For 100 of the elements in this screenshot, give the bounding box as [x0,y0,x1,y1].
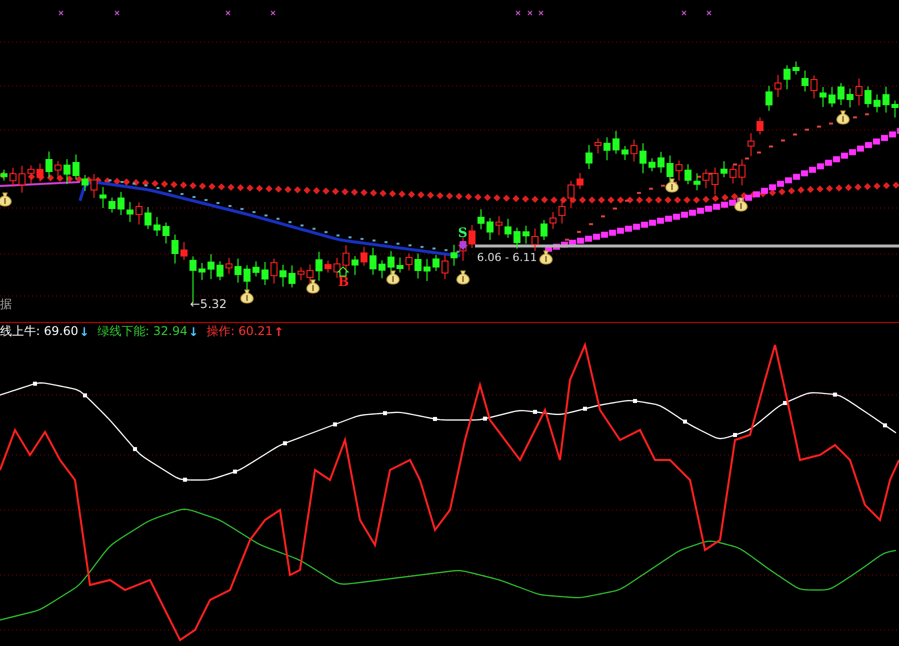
candlestick [720,160,728,178]
candlestick [568,180,574,208]
marker-icon [270,10,276,16]
money-bag-icon [306,280,320,294]
money-bag-icon [734,198,748,212]
legend-value: 线上牛: 69.60 [0,323,78,340]
candlestick [288,264,296,288]
candlestick [558,198,566,224]
candlestick [324,260,332,274]
candlestick [36,162,44,182]
candlestick [414,253,422,279]
candlestick [262,262,268,286]
candlestick [828,86,836,108]
candlestick [784,64,790,90]
candlestick [54,160,62,179]
trend-arrow: ↓ [188,324,199,338]
candlestick [226,257,232,274]
candlestick [154,216,160,236]
candlestick [658,151,664,174]
candlestick [684,164,692,185]
candlestick [846,88,854,108]
candlestick [442,254,448,280]
candlestick [352,256,358,276]
money-bag-icon [539,250,553,264]
candlestick [622,146,628,160]
candlestick [810,75,818,99]
candlestick [0,169,8,182]
candlestick [738,158,746,186]
candlestick [360,246,368,266]
marker-icon [682,10,686,16]
candlestick [378,260,386,279]
candlestick [640,142,646,174]
candlestick [882,86,890,114]
candlestick [136,202,142,225]
marker-icon [516,10,520,16]
marker-icon [538,10,544,16]
buy-signal: B [338,276,349,290]
marker-icon [528,10,532,16]
money-bag-icon [240,290,254,304]
marker-icon [114,10,120,16]
marker-icon [226,10,230,16]
sell-signal: S [458,227,468,241]
candlestick [550,212,556,230]
money-bag-icon [0,192,12,206]
candlestick [838,82,844,106]
candlestick [504,218,512,238]
candlestick [162,222,170,244]
candlestick [334,257,340,278]
candlestick [144,206,152,230]
candlestick [172,234,178,264]
candlestick [432,254,440,272]
candlestick [234,258,242,284]
candlestick [270,258,278,284]
candlestick [280,264,286,288]
candlestick [298,266,304,281]
candlestick [766,85,772,112]
candlestick [612,130,620,154]
candlestick [252,260,260,277]
candlestick [856,78,862,106]
candlestick [864,86,872,108]
candlestick [748,132,754,157]
candlestick [486,218,494,240]
candlestick [28,164,34,184]
candlestick [450,244,458,266]
legend-value: 绿线下能: 32.94 [97,323,188,340]
candlestick [576,172,584,190]
candlestick [406,253,412,271]
candlestick [774,74,782,98]
trend-arrow: ↓ [79,324,90,338]
chart-label: 据 [0,297,12,311]
candlestick [586,144,592,170]
candlestick [648,158,656,172]
candlestick [118,192,124,216]
legend-value: 操作: 60.21 [206,323,273,340]
candlestick [424,258,430,282]
candlestick [820,86,826,108]
candlestick [594,138,602,154]
price-label: ←5.32 [190,297,227,311]
candlestick [522,225,530,244]
candlestick [792,61,800,75]
candlestick [208,254,214,280]
candlestick [540,220,548,240]
candlestick [126,202,134,222]
candlestick [604,136,610,161]
candlestick [100,186,106,208]
candlestick [64,158,70,185]
money-bag-icon [386,270,400,284]
candlestick [396,257,404,273]
candlestick [730,164,736,184]
candlestick [702,168,710,189]
candlestick [370,247,376,276]
candlestick [10,167,16,188]
candlestick [180,242,188,260]
candlestick [108,197,116,213]
candlestick [712,167,718,195]
trend-arrow: ↑ [274,324,284,338]
candlestick [514,227,520,250]
marker-icon [706,10,712,16]
candlestick [478,208,484,230]
money-bag-icon [456,270,470,284]
